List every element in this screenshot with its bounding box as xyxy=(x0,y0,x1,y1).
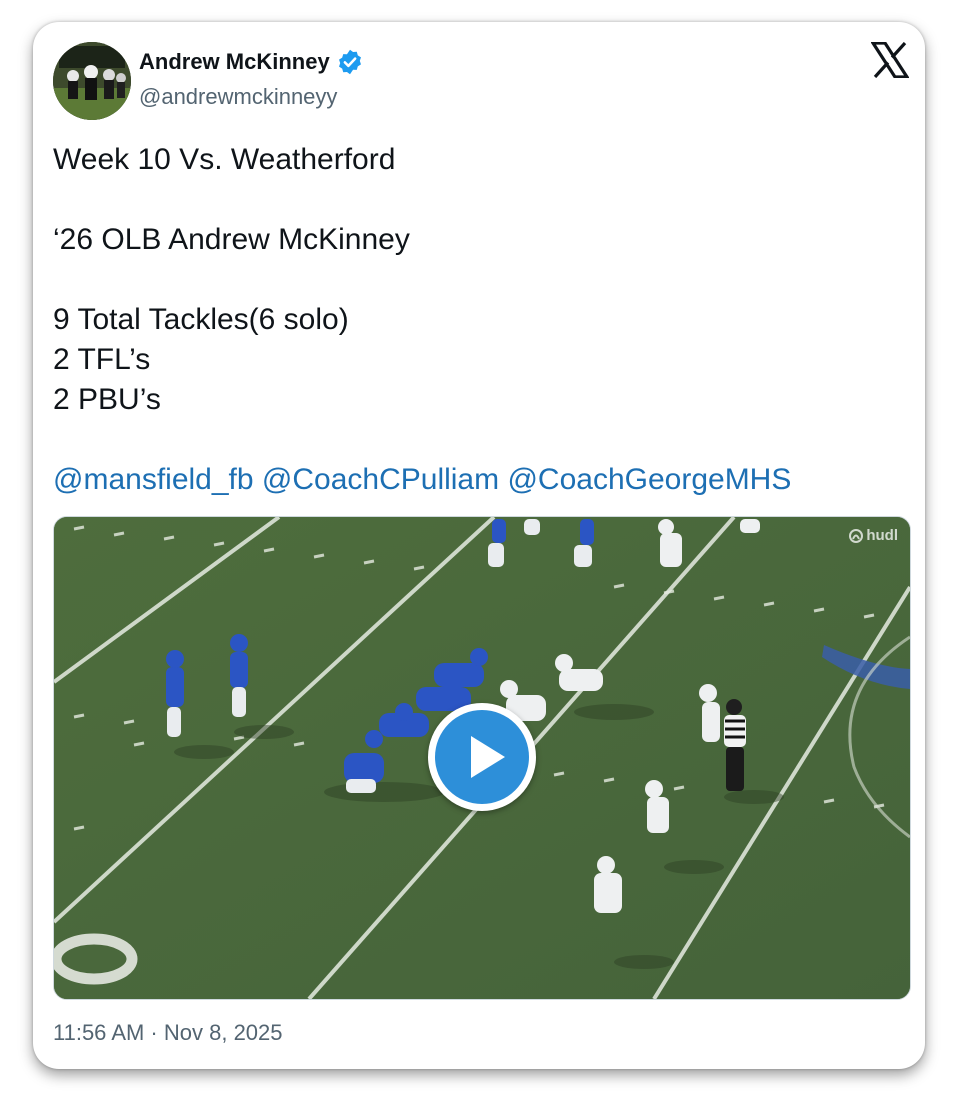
tweet-line: Week 10 Vs. Weatherford xyxy=(53,143,396,176)
tweet-line xyxy=(53,260,893,300)
author-handle[interactable]: @andrewmckinneyy xyxy=(139,84,337,110)
author-display-name[interactable]: Andrew McKinney xyxy=(139,49,330,75)
tweet-timestamp[interactable]: 11:56 AM · Nov 8, 2025 xyxy=(53,1020,283,1046)
mentions-line: @mansfield_fb @CoachCPulliam @CoachGeorg… xyxy=(53,460,893,500)
tweet-line xyxy=(53,420,893,460)
mention-mansfield-fb[interactable]: @mansfield_fb xyxy=(53,463,254,496)
play-icon xyxy=(435,710,529,804)
mention-coachcpulliam[interactable]: @CoachCPulliam xyxy=(262,463,499,496)
mention-coachgeorgemhs[interactable]: @CoachGeorgeMHS xyxy=(507,463,791,496)
x-logo-icon[interactable] xyxy=(870,41,910,79)
tweet-card: Andrew McKinney @andrewmckinneyy Week 10… xyxy=(33,22,925,1069)
hudl-watermark: hudl xyxy=(849,527,898,544)
play-button[interactable] xyxy=(428,703,536,811)
avatar[interactable] xyxy=(53,42,131,120)
tweet-text: Week 10 Vs. Weatherford ‘26 OLB Andrew M… xyxy=(53,140,893,500)
video-player[interactable]: hudl xyxy=(53,516,911,1000)
tweet-line: ‘26 OLB Andrew McKinney xyxy=(53,223,410,256)
hudl-label: hudl xyxy=(866,527,898,544)
tweet-line: 2 PBU’s xyxy=(53,383,161,416)
tweet-line: 9 Total Tackles(6 solo) xyxy=(53,303,349,336)
verified-badge-icon xyxy=(336,48,364,76)
tweet-line xyxy=(53,180,893,220)
tweet-line: 2 TFL’s xyxy=(53,343,151,376)
